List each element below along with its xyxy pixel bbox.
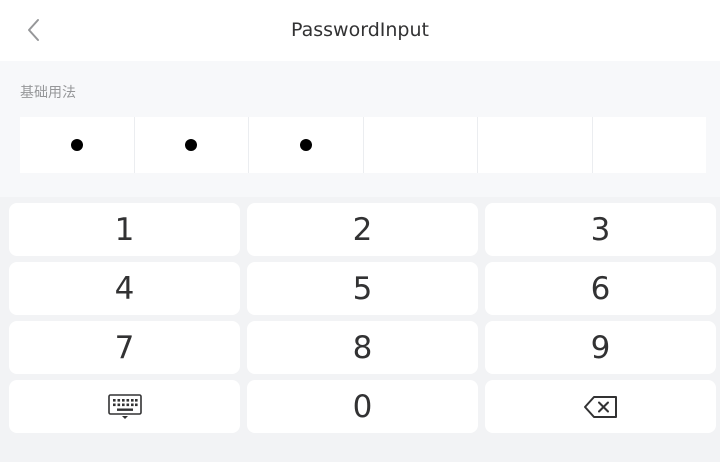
key-4[interactable]: 4: [9, 262, 240, 315]
collapse-keyboard-button[interactable]: [9, 380, 240, 433]
section-title: 基础用法: [20, 85, 76, 101]
password-input[interactable]: [20, 117, 706, 173]
key-3[interactable]: 3: [485, 203, 716, 256]
key-7[interactable]: 7: [9, 321, 240, 374]
key-5[interactable]: 5: [247, 262, 478, 315]
password-cell-5: [477, 117, 592, 173]
password-cell-4: [362, 117, 478, 173]
key-9[interactable]: 9: [485, 321, 716, 374]
key-6[interactable]: 6: [485, 262, 716, 315]
password-dot: [70, 139, 83, 151]
password-cell-6: [591, 117, 707, 173]
password-cell-3: [248, 117, 363, 173]
key-2[interactable]: 2: [247, 203, 478, 256]
key-0[interactable]: 0: [247, 380, 478, 433]
password-cell-1: [20, 117, 134, 173]
password-dot: [185, 139, 198, 151]
key-1[interactable]: 1: [9, 203, 240, 256]
key-8[interactable]: 8: [247, 321, 478, 374]
delete-button[interactable]: [485, 380, 716, 433]
nav-bar: PasswordInput: [0, 0, 720, 61]
password-cell-2: [133, 117, 249, 173]
number-keyboard: 1 2 3 4 5 6 7 8 9 0: [0, 197, 720, 462]
password-dot: [299, 139, 312, 151]
backspace-icon: [583, 395, 617, 418]
keyboard-icon: [107, 393, 142, 419]
page-title: PasswordInput: [291, 19, 429, 41]
